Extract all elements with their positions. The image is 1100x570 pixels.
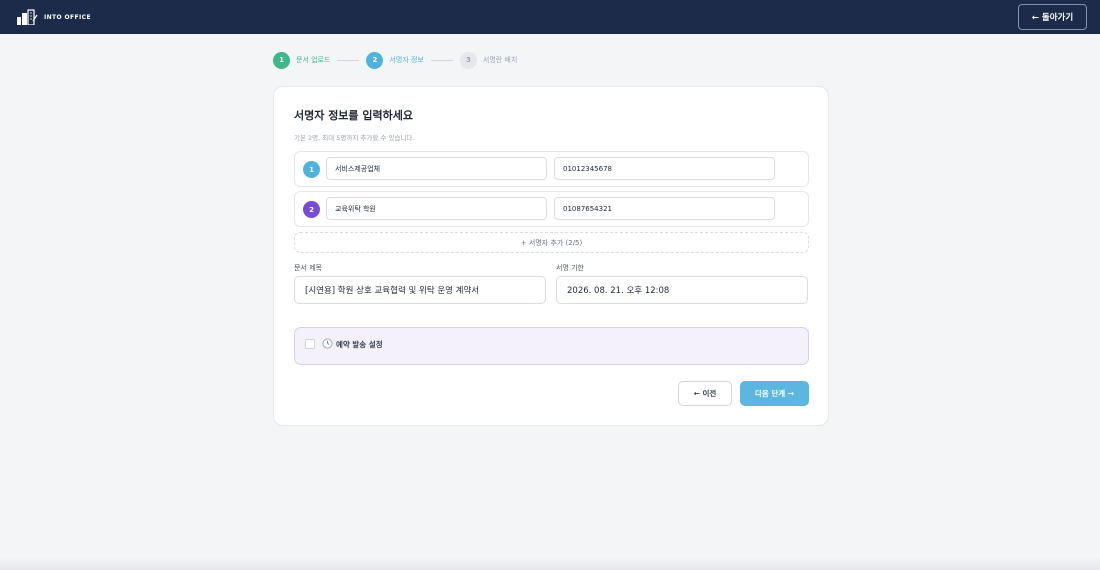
deadline-datetime-input[interactable]: 2026. 08. 21. 오후 12:08 <box>556 276 808 304</box>
scheduled-send-section: 예약 발송 설정 <box>294 327 809 365</box>
scheduled-send-label: 예약 발송 설정 <box>336 340 383 349</box>
signer-phone-input[interactable]: 01087654321 <box>554 197 775 220</box>
brand-name: INTO OFFICE <box>44 13 91 21</box>
signer-row: 2 교육위탁 학원 01087654321 <box>294 191 809 227</box>
document-title-input[interactable]: [시연용] 학원 상호 교육협력 및 위탁 운영 계약서 <box>294 276 546 304</box>
building-logo-icon <box>17 9 38 25</box>
scheduled-send-checkbox[interactable] <box>305 339 315 349</box>
step-number: 1 <box>273 51 290 69</box>
brand-logo[interactable]: INTO OFFICE <box>16 9 91 25</box>
previous-button[interactable]: ← 이전 <box>678 381 732 406</box>
signer-number-badge: 1 <box>303 161 320 178</box>
step-signature-placement: 3 서명란 배치 <box>459 51 518 69</box>
signer-info-card: 서명자 정보를 입력하세요 기본 2명, 최대 5명까지 추가할 수 있습니다.… <box>273 86 829 426</box>
step-label: 서명란 배치 <box>482 56 518 64</box>
signer-name-input[interactable]: 교육위탁 학원 <box>326 197 547 220</box>
step-connector <box>337 59 360 61</box>
next-step-button[interactable]: 다음 단계 → <box>740 381 809 406</box>
step-connector <box>430 59 453 61</box>
page-subtitle: 기본 2명, 최대 5명까지 추가할 수 있습니다. <box>294 134 415 142</box>
progress-stepper: 1 문서 업로드 2 서명자 정보 3 서명란 배치 <box>273 51 517 69</box>
add-signer-button[interactable]: + 서명자 추가 (2/5) <box>294 232 809 253</box>
step-label: 서명자 정보 <box>389 56 424 64</box>
step-label: 문서 업로드 <box>296 56 331 64</box>
signer-number-badge: 2 <box>303 201 320 218</box>
document-title-label: 문서 제목 <box>294 264 322 272</box>
step-signer-info: 2 서명자 정보 <box>366 51 424 69</box>
clock-icon <box>322 338 333 349</box>
deadline-label: 서명 기한 <box>556 264 584 272</box>
step-number: 3 <box>459 51 477 69</box>
bottom-fade <box>0 556 1100 570</box>
signer-row: 1 서비스제공업체 01012345678 <box>294 151 809 187</box>
top-navigation-bar: INTO OFFICE ← 돌아가기 <box>0 0 1100 34</box>
signer-name-input[interactable]: 서비스제공업체 <box>326 157 547 180</box>
signer-phone-input[interactable]: 01012345678 <box>554 157 775 180</box>
page-title: 서명자 정보를 입력하세요 <box>294 109 413 122</box>
back-button[interactable]: ← 돌아가기 <box>1018 4 1087 30</box>
step-number: 2 <box>366 51 384 69</box>
step-upload: 1 문서 업로드 <box>273 51 331 69</box>
